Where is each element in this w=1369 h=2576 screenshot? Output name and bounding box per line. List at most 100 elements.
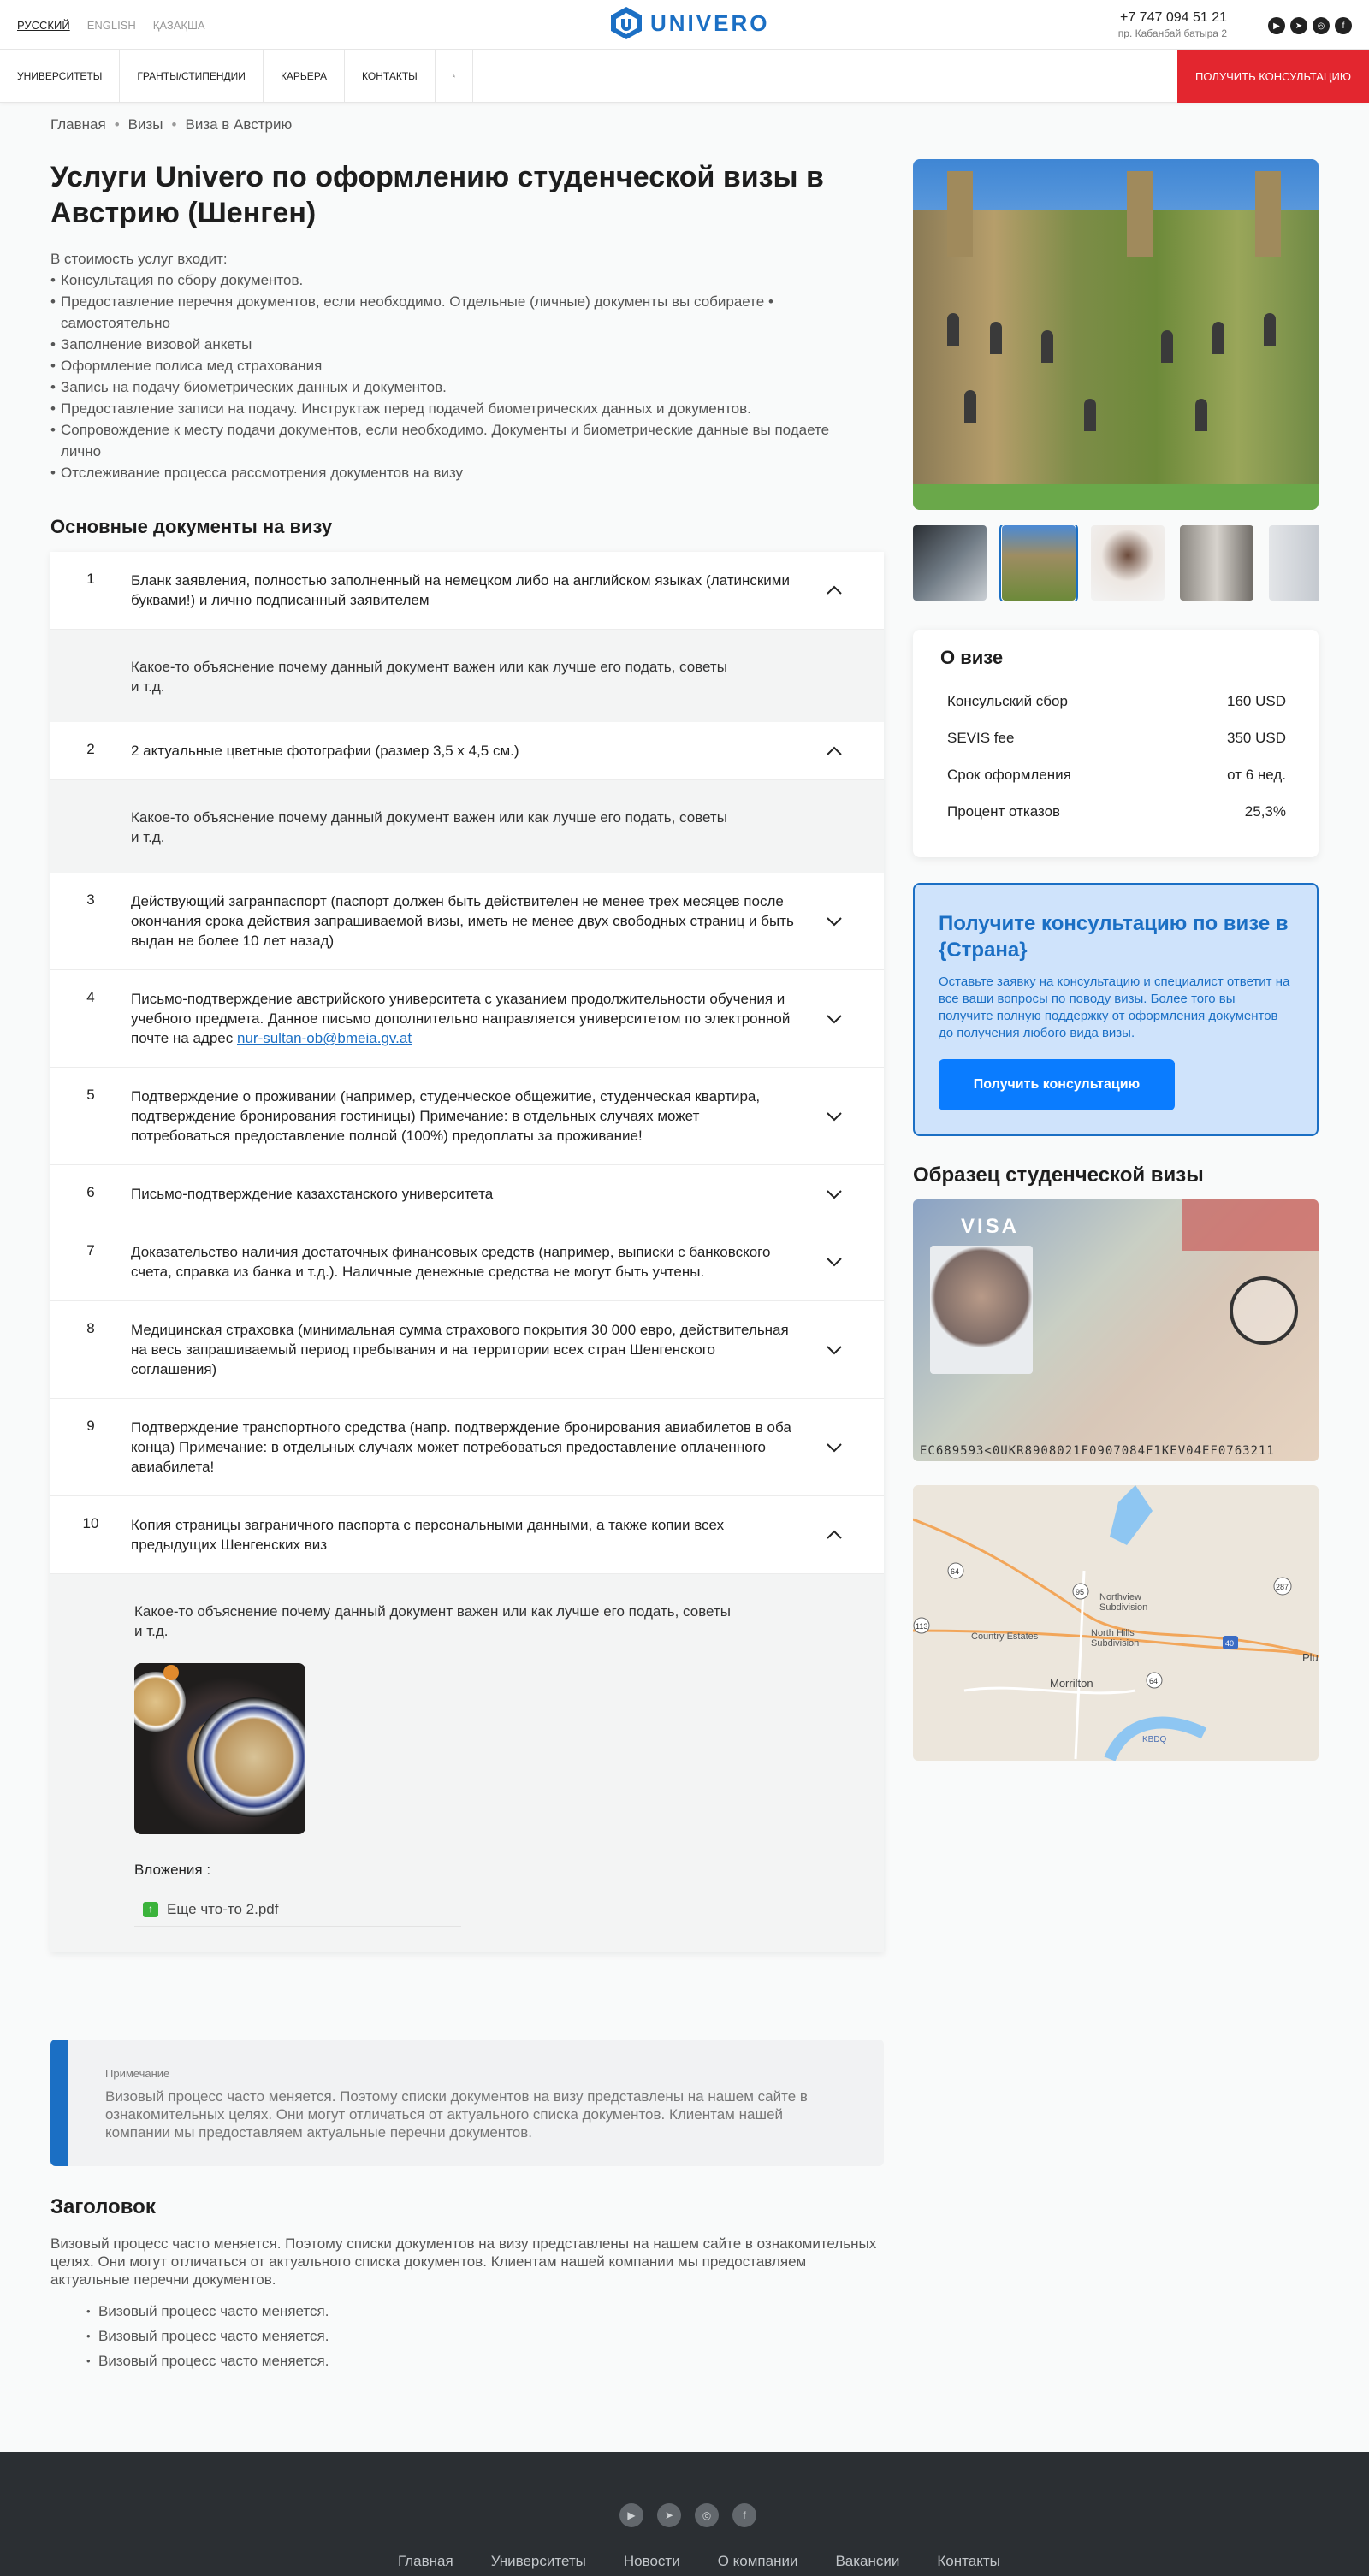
document-number: 9 [86,1418,95,1434]
nav-universities[interactable]: УНИВЕРСИТЕТЫ [0,50,121,103]
youtube-icon[interactable]: ▶ [619,2503,643,2527]
page-title: Услуги Univero по оформлению студенческо… [50,161,824,229]
document-item-8[interactable]: 8 Медицинская страховка (минимальная сум… [50,1301,884,1399]
breadcrumb-separator: • [114,116,120,133]
map-label: 64 [1149,1677,1158,1685]
chevron-up-icon[interactable] [826,582,843,599]
telegram-icon[interactable]: ➤ [657,2503,681,2527]
document-item-10[interactable]: 10 Копия страницы заграничного паспорта … [50,1496,884,1574]
location-map[interactable]: Northview Subdivision Country Estates No… [913,1485,1319,1761]
document-item-5[interactable]: 5 Подтверждение о проживании (например, … [50,1068,884,1165]
service-item: Предоставление записи на подачу. Инструк… [50,398,884,419]
services-intro: В стоимость услуг входит: [50,251,228,267]
document-item-2[interactable]: 2 2 актуальные цветные фотографии (разме… [50,722,884,780]
main-nav: УНИВЕРСИТЕТЫ ГРАНТЫ/СТИПЕНДИИ КАРЬЕРА КО… [0,50,1369,103]
gallery-thumbnail[interactable] [913,525,987,601]
bullet-item: Визовый процесс часто меняется. [86,2324,884,2348]
consultation-button[interactable]: Получить консультацию [939,1059,1175,1110]
document-title: Подтверждение транспортного средства (на… [131,1419,791,1475]
map-label: 287 [1276,1583,1289,1591]
sample-visa-mrz: EC689593<0UKR8908021F0907084F1KEV04EF076… [920,1444,1275,1458]
visa-info-label: Срок оформления [947,767,1071,783]
breadcrumb-visas[interactable]: Визы [128,116,163,133]
document-item-3[interactable]: 3 Действующий загранпаспорт (паспорт дол… [50,873,884,970]
document-item-4[interactable]: 4 Письмо-подтверждение австрийского унив… [50,970,884,1068]
search-icon[interactable] [436,50,473,103]
top-bar: РУССКИЙ ENGLISH ҚАЗАҚША UNIVERO +7 747 0… [0,0,1369,50]
chevron-down-icon[interactable] [826,1253,843,1270]
telegram-icon[interactable]: ➤ [1290,17,1307,34]
visa-info-label: SEVIS fee [947,730,1015,746]
visa-info-table: Консульский сбор 160 USD SEVIS fee 350 USD… [940,683,1293,830]
breadcrumb: Главная • Визы • Виза в Австрию [50,116,292,133]
gallery-thumbnail[interactable] [1091,525,1165,601]
map-label: 95 [1076,1588,1084,1596]
chevron-down-icon[interactable] [826,1439,843,1456]
visa-info-card: О визе Консульский сбор 160 USD SEVIS fee… [913,630,1319,857]
services-block: В стоимость услуг входит: Консультация п… [50,248,884,483]
embassy-email-link[interactable]: nur-sultan-ob@bmeia.gv.at [237,1030,412,1046]
section-heading: Заголовок [50,2195,156,2218]
instagram-icon[interactable]: ◎ [695,2503,719,2527]
map-label: Subdivision [1091,1638,1139,1649]
note-box: Примечание Визовый процесс часто меняетс… [50,2040,884,2166]
chevron-down-icon[interactable] [826,1341,843,1359]
footer-link-about[interactable]: О компании [718,2553,798,2570]
nav-contacts[interactable]: КОНТАКТЫ [345,50,436,103]
facebook-icon[interactable]: f [1335,17,1352,34]
visa-info-row: Консульский сбор 160 USD [940,683,1293,720]
visa-info-row: Процент отказов 25,3% [940,793,1293,830]
map-label: Northview [1099,1592,1141,1602]
gallery-thumbnail[interactable] [1180,525,1253,601]
chevron-down-icon[interactable] [826,913,843,930]
attachment-item[interactable]: ↑ Еще что-то 2.pdf [134,1892,461,1927]
youtube-icon[interactable]: ▶ [1268,17,1285,34]
phone-number[interactable]: +7 747 094 51 21 [1118,10,1227,26]
document-number: 6 [86,1184,95,1200]
footer-social-links: ▶ ➤ ◎ f [619,2503,756,2527]
document-item-1[interactable]: 1 Бланк заявления, полностью заполненный… [50,552,884,630]
document-title: Подтверждение о проживании (например, ст… [131,1088,761,1144]
document-item-6[interactable]: 6 Письмо-подтверждение казахстанского ун… [50,1165,884,1223]
lang-russian[interactable]: РУССКИЙ [17,19,70,32]
map-label: Subdivision [1099,1602,1147,1613]
footer-link-home[interactable]: Главная [398,2553,453,2570]
chevron-up-icon[interactable] [826,1526,843,1543]
footer-link-universities[interactable]: Университеты [491,2553,586,2570]
language-switcher: РУССКИЙ ENGLISH ҚАЗАҚША [17,19,205,32]
chevron-down-icon[interactable] [826,1010,843,1027]
logo[interactable]: UNIVERO [607,5,769,41]
sample-visa-image[interactable]: VISA EC689593<0UKR8908021F0907084F1KEV04… [913,1199,1319,1461]
document-title: 2 актуальные цветные фотографии (размер … [131,743,519,759]
lang-english[interactable]: ENGLISH [87,19,136,32]
gallery-thumbnail[interactable] [1269,525,1319,601]
breadcrumb-home[interactable]: Главная [50,116,106,133]
footer-link-contacts[interactable]: Контакты [937,2553,999,2570]
document-item-9[interactable]: 9 Подтверждение транспортного средства (… [50,1399,884,1496]
nav-grants[interactable]: ГРАНТЫ/СТИПЕНДИИ [120,50,264,103]
map-label: 64 [951,1567,959,1576]
university-hero-image[interactable] [913,159,1319,510]
chevron-down-icon[interactable] [826,1186,843,1203]
nav-career[interactable]: КАРЬЕРА [264,50,346,103]
consultation-card: Получите консультацию по визе в {Страна}… [913,883,1319,1136]
chevron-up-icon[interactable] [826,743,843,760]
gallery-thumbnails [913,525,1319,601]
get-consultation-button[interactable]: ПОЛУЧИТЬ КОНСУЛЬТАЦИЮ [1177,50,1369,103]
note-accent-bar [50,2040,68,2166]
chevron-down-icon[interactable] [826,1108,843,1125]
document-title: Действующий загранпаспорт (паспорт долже… [131,893,794,949]
document-title: Доказательство наличия достаточных финан… [131,1244,771,1280]
gallery-thumbnail-selected[interactable] [999,525,1078,601]
document-item-7[interactable]: 7 Доказательство наличия достаточных фин… [50,1223,884,1301]
footer-link-news[interactable]: Новости [624,2553,680,2570]
document-number: 3 [86,891,95,908]
facebook-icon[interactable]: f [732,2503,756,2527]
document-example-image[interactable] [134,1663,305,1834]
service-item: Заполнение визовой анкеты [50,334,884,355]
instagram-icon[interactable]: ◎ [1313,17,1330,34]
lang-kazakh[interactable]: ҚАЗАҚША [153,19,205,32]
document-number: 8 [86,1320,95,1336]
footer-link-vacancies[interactable]: Вакансии [835,2553,899,2570]
service-item: Запись на подачу биометрических данных и… [50,376,884,398]
